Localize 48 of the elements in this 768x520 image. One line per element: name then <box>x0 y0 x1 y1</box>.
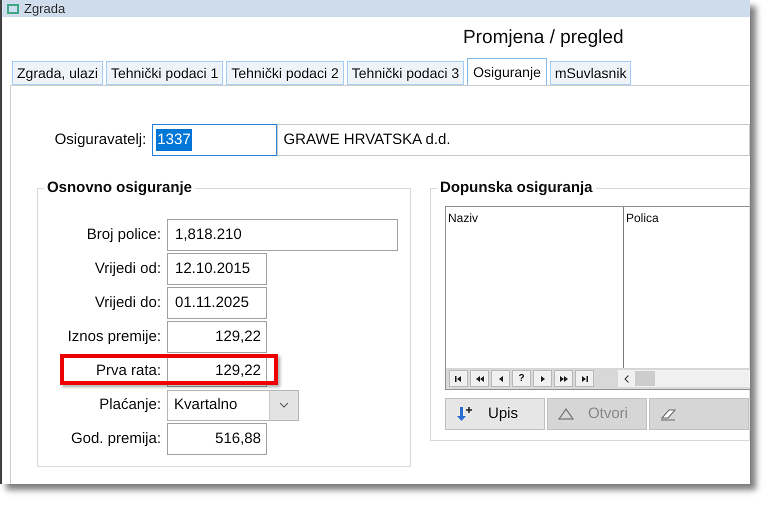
eraser-icon <box>660 407 678 421</box>
input-field[interactable]: 129,22 <box>167 321 267 353</box>
navigator-button[interactable] <box>470 370 489 387</box>
last-record-icon <box>580 374 590 384</box>
input-field[interactable]: 516,88 <box>167 423 267 455</box>
tab[interactable]: Zgrada, ulazi <box>12 61 103 85</box>
insurer-code-field[interactable]: 1337 <box>152 124 277 156</box>
field-label: Vrijedi do: <box>94 292 161 313</box>
navigator-button[interactable] <box>554 370 573 387</box>
field-label: Broj police: <box>86 224 161 245</box>
horizontal-scrollbar[interactable] <box>618 370 750 387</box>
field-label: Iznos premije: <box>66 326 161 347</box>
chevron-left-icon <box>624 374 629 382</box>
tab[interactable]: Tehnički podaci 1 <box>106 61 224 85</box>
tab[interactable]: Tehnički podaci 2 <box>226 61 344 85</box>
window-title: Zgrada <box>24 1 66 16</box>
navigator-button[interactable] <box>491 370 510 387</box>
navigator-button[interactable]: ? <box>512 370 531 387</box>
input-field[interactable]: 12.10.2015 <box>167 253 267 285</box>
app-icon <box>6 4 20 14</box>
navigator-button[interactable] <box>575 370 594 387</box>
payment-dropdown[interactable]: Kvartalno <box>167 390 299 420</box>
dropdown-value: Kvartalno <box>173 394 238 415</box>
tab[interactable]: Tehnički podaci 3 <box>346 61 464 85</box>
double-right-icon <box>558 374 568 384</box>
insurer-name-field[interactable]: GRAWE HRVATSKA d.d. <box>276 124 750 156</box>
chevron-down-icon <box>279 402 289 408</box>
column-header: Naziv <box>447 211 478 225</box>
triangle-icon <box>558 408 574 420</box>
double-left-icon <box>474 374 484 384</box>
field-label: Prva rata: <box>94 360 161 381</box>
scrollbar-thumb[interactable] <box>635 371 655 386</box>
field-label: Vrijedi od: <box>94 258 161 279</box>
selected-text: 1337 <box>156 128 192 152</box>
first-record-icon <box>454 374 464 384</box>
navigator-button[interactable] <box>449 370 468 387</box>
page-heading: Promjena / pregled <box>463 26 624 50</box>
navigator-button[interactable] <box>533 370 552 387</box>
field-label: Osiguravatelj: <box>54 130 148 150</box>
down-arrow-plus-icon <box>456 406 474 422</box>
field-label: God. premija: <box>70 428 161 449</box>
column-header: Polica <box>625 211 659 225</box>
tab[interactable]: mSuvlasnik <box>550 61 632 85</box>
action-button[interactable]: Upis <box>445 398 545 430</box>
input-field[interactable]: 01.11.2025 <box>167 287 267 319</box>
input-field[interactable]: 1,818.210 <box>167 219 398 251</box>
field-label: Plaćanje: <box>98 394 161 415</box>
tab[interactable]: Osiguranje <box>467 58 547 85</box>
